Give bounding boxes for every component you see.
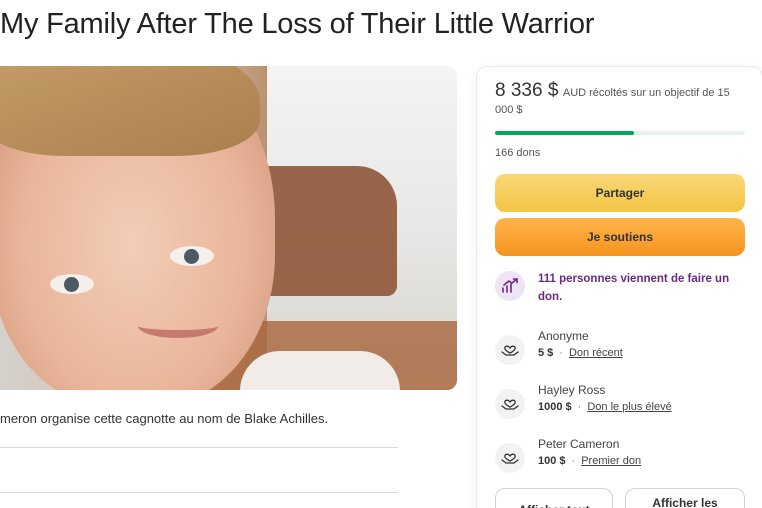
amount-summary: 8 336 $ AUD récoltés sur un objectif de … bbox=[495, 80, 745, 118]
donation-tag-link[interactable]: Don le plus élevé bbox=[587, 401, 671, 413]
separator-dot: · bbox=[559, 347, 563, 359]
donor-name: Hayley Ross bbox=[538, 383, 606, 397]
progress-bar bbox=[495, 131, 745, 135]
campaign-photo bbox=[0, 66, 457, 390]
photo-smile bbox=[138, 314, 218, 338]
photo-shirt bbox=[240, 351, 400, 390]
donation-amount: 5 $ bbox=[538, 347, 554, 359]
separator-dot: · bbox=[577, 401, 582, 413]
photo-eye-right bbox=[170, 246, 214, 266]
hands-heart-icon bbox=[495, 389, 525, 419]
divider bbox=[0, 447, 398, 448]
recent-donors-text: 111 personnes viennent de faire un don. bbox=[538, 273, 730, 303]
hands-heart-icon bbox=[495, 335, 525, 365]
page-title: My Family After The Loss of Their Little… bbox=[0, 8, 595, 40]
donation-meta: 1000 $ · Don le plus élevé bbox=[538, 401, 672, 413]
organiser-text: meron organise cette cagnotte au nom de … bbox=[0, 411, 329, 426]
separator-dot: · bbox=[571, 455, 576, 467]
recent-donors-banner: 111 personnes viennent de faire un don. bbox=[495, 267, 750, 311]
progress-fill bbox=[495, 131, 634, 135]
hands-heart-icon bbox=[495, 443, 525, 473]
see-all-button[interactable]: Afficher tout bbox=[495, 488, 613, 508]
trending-up-icon bbox=[495, 271, 525, 301]
donor-name: Peter Cameron bbox=[538, 437, 620, 451]
donors-count: 166 dons bbox=[495, 147, 541, 159]
donation-item: Hayley Ross 1000 $ · Don le plus élevé bbox=[495, 383, 750, 423]
photo-eye-left bbox=[50, 274, 94, 294]
donation-meta: 5 $ · Don récent bbox=[538, 347, 623, 359]
donation-amount: 1000 $ bbox=[538, 401, 572, 413]
donation-item: Peter Cameron 100 $ · Premier don bbox=[495, 437, 750, 477]
divider bbox=[0, 492, 398, 493]
donor-name: Anonyme bbox=[538, 329, 589, 343]
donation-amount: 100 $ bbox=[538, 455, 566, 467]
share-button[interactable]: Partager bbox=[495, 174, 745, 212]
photo-hair bbox=[0, 66, 260, 156]
donation-item: Anonyme 5 $ · Don récent bbox=[495, 329, 750, 369]
donation-tag-link[interactable]: Premier don bbox=[581, 455, 641, 467]
see-top-button[interactable]: Afficher les meilleurs bbox=[625, 488, 745, 508]
support-button[interactable]: Je soutiens bbox=[495, 218, 745, 256]
donation-meta: 100 $ · Premier don bbox=[538, 455, 641, 467]
donation-tag-link[interactable]: Don récent bbox=[569, 347, 623, 359]
amount-raised: 8 336 $ bbox=[495, 80, 559, 101]
donation-panel: 8 336 $ AUD récoltés sur un objectif de … bbox=[477, 67, 762, 508]
